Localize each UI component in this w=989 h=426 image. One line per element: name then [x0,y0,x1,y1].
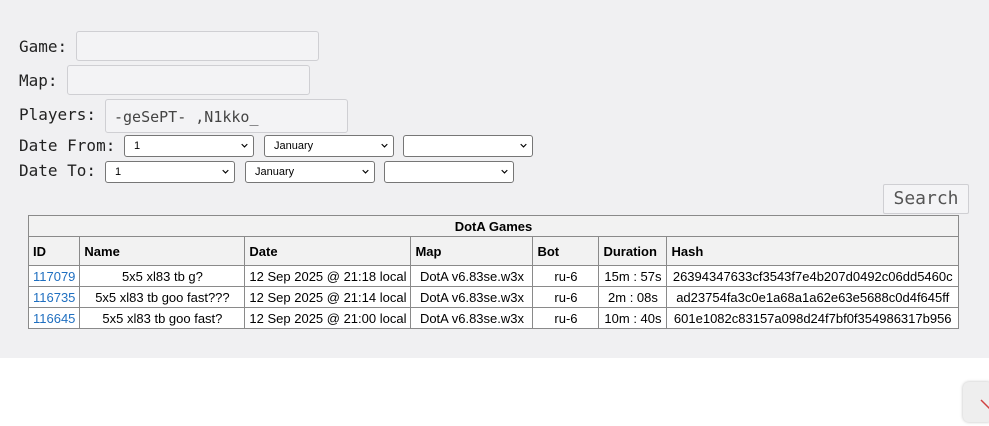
date-to-month-value: January [255,166,295,178]
col-header-duration: Duration [598,236,668,266]
col-header-id: ID [27,236,81,266]
map-input[interactable] [67,65,310,95]
game-id-link[interactable]: 116645 [33,311,75,326]
col-header-hash: Hash [666,236,959,266]
id-cell: 117079 [27,265,81,287]
map-cell: DotA v6.83se.w3x [410,286,534,308]
table-row: 117079 5x5 xl83 tb g? 12 Sep 2025 @ 21:1… [27,265,959,287]
col-header-bot: Bot [532,236,600,266]
game-id-link[interactable]: 116735 [33,290,75,305]
date-to-day-value: 1 [115,166,122,178]
date-from-day-select[interactable]: 1 [124,135,254,157]
id-cell: 116735 [27,286,81,308]
col-header-name: Name [79,236,246,266]
date-to-day-select[interactable]: 1 [105,161,235,183]
col-header-map: Map [410,236,534,266]
chevron-down-icon [381,143,388,148]
duration-cell: 2m : 08s [598,286,668,308]
game-id-link[interactable]: 117079 [33,269,75,284]
table-caption: DotA Games [28,215,959,237]
date-cell: 12 Sep 2025 @ 21:18 local [244,265,412,287]
table-row: 116735 5x5 xl83 tb goo fast??? 12 Sep 20… [27,286,959,308]
bot-cell: ru-6 [532,286,600,308]
bot-cell: ru-6 [532,307,600,329]
chevron-down-icon [362,169,369,174]
name-cell: 5x5 xl83 tb goo fast? [79,307,246,329]
date-from-day-value: 1 [134,140,141,152]
floating-widget[interactable] [963,382,989,422]
date-to-label: Date To: [19,161,97,180]
chevron-down-icon [241,143,248,148]
players-label: Players: [19,105,97,124]
players-input[interactable]: -geSePT- ,N1kko_ [105,99,348,133]
name-cell: 5x5 xl83 tb goo fast??? [79,286,246,308]
hash-cell: 26394347633cf3543f7e4b207d0492c06dd5460c [666,265,959,287]
date-from-year-select[interactable] [403,135,533,157]
date-cell: 12 Sep 2025 @ 21:14 local [244,286,412,308]
map-cell: DotA v6.83se.w3x [410,307,534,329]
hash-cell: ad23754fa3c0e1a68a1a62e63e5688c0d4f645ff [666,286,959,308]
hash-cell: 601e1082c83157a098d24f7bf0f354986317b956 [666,307,959,329]
map-cell: DotA v6.83se.w3x [410,265,534,287]
table-row: 116645 5x5 xl83 tb goo fast? 12 Sep 2025… [27,307,959,329]
duration-cell: 10m : 40s [598,307,668,329]
id-cell: 116645 [27,307,81,329]
chevron-down-icon [501,169,508,174]
close-icon [980,399,989,410]
chevron-down-icon [222,169,229,174]
bot-cell: ru-6 [532,265,600,287]
table-header-row: ID Name Date Map Bot Duration Hash [27,236,959,266]
game-input[interactable] [76,31,319,61]
game-label: Game: [19,37,68,56]
duration-cell: 15m : 57s [598,265,668,287]
search-button[interactable]: Search [883,184,969,214]
date-from-label: Date From: [19,136,116,155]
chevron-down-icon [520,143,527,148]
date-from-month-select[interactable]: January [264,135,394,157]
date-cell: 12 Sep 2025 @ 21:00 local [244,307,412,329]
name-cell: 5x5 xl83 tb g? [79,265,246,287]
col-header-date: Date [244,236,412,266]
map-label: Map: [19,71,58,90]
search-panel: Game: Map: Players: -geSePT- ,N1kko_ Dat… [0,0,989,358]
games-table: DotA Games ID Name Date Map Bot Duration… [27,215,959,329]
date-to-year-select[interactable] [384,161,514,183]
date-to-month-select[interactable]: January [245,161,375,183]
date-from-month-value: January [274,140,314,152]
